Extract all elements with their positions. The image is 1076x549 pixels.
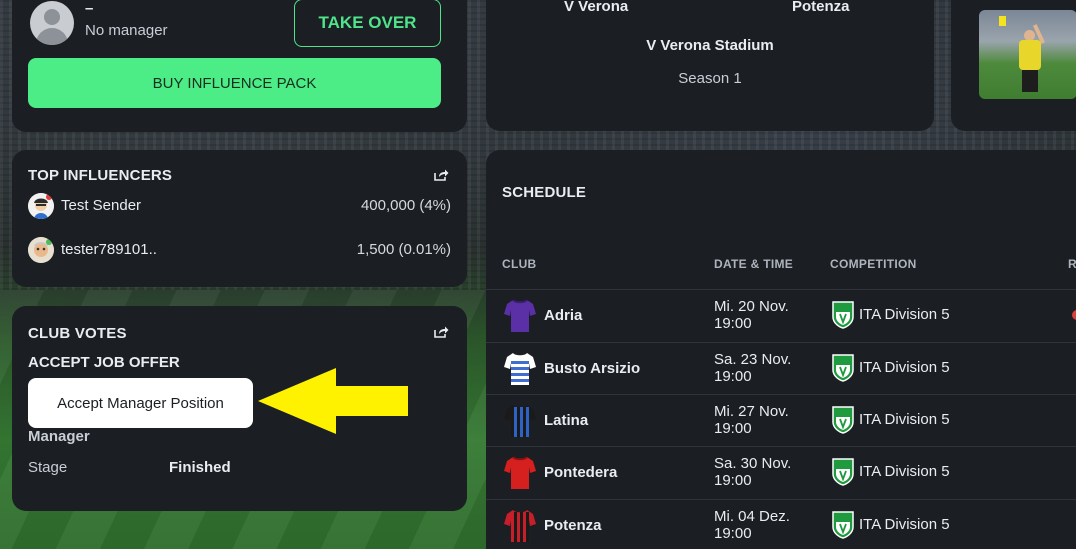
- result-indicator: [1072, 310, 1076, 320]
- manager-name: –: [85, 0, 94, 17]
- match-date: Mi. 20 Nov.: [714, 298, 789, 315]
- club-name: Potenza: [544, 517, 602, 534]
- stadium-name: V Verona Stadium: [646, 37, 774, 54]
- club-name: Busto Arsizio: [544, 360, 641, 377]
- section-title: TOP INFLUENCERS: [28, 167, 173, 184]
- influencer-name: tester789101..: [61, 241, 157, 258]
- match-datetime: Mi. 20 Nov. 19:00: [714, 298, 789, 332]
- buy-influence-pack-button[interactable]: BUY INFLUENCE PACK: [28, 58, 441, 108]
- accept-job-offer-heading: ACCEPT JOB OFFER: [28, 354, 180, 371]
- home-team: V Verona: [564, 0, 629, 15]
- share-icon[interactable]: [433, 168, 449, 182]
- avatar-icon: [30, 1, 74, 45]
- influencer-value: 400,000 (4%): [360, 197, 451, 214]
- table-row[interactable]: Adria Mi. 20 Nov. 19:00 ITA Division 5: [486, 289, 1076, 341]
- club-name: Adria: [544, 307, 583, 324]
- arrow-pointer: [258, 368, 408, 434]
- avatar-icon: [28, 237, 54, 263]
- match-time: 19:00: [714, 472, 752, 489]
- match-datetime: Sa. 23 Nov. 19:00: [714, 351, 791, 385]
- take-over-button[interactable]: TAKE OVER: [294, 0, 441, 47]
- jersey-icon: [504, 510, 536, 542]
- match-date: Sa. 30 Nov.: [714, 455, 792, 472]
- referee-photo: [979, 10, 1076, 99]
- table-row[interactable]: Busto Arsizio Sa. 23 Nov. 19:00 ITA Divi…: [486, 342, 1076, 394]
- competition-name: ITA Division 5: [859, 516, 950, 533]
- competition-name: ITA Division 5: [859, 463, 950, 480]
- influencer-row[interactable]: Test Sender 400,000 (4%): [28, 193, 451, 219]
- manager-status: No manager: [85, 22, 168, 39]
- league-shield-icon: [832, 301, 854, 329]
- section-title: CLUB VOTES: [28, 325, 127, 342]
- match-datetime: Sa. 30 Nov. 19:00: [714, 455, 791, 489]
- schedule-card: SCHEDULE CLUB DATE & TIME COMPETITION R …: [486, 150, 1076, 549]
- match-time: 19:00: [714, 420, 752, 437]
- match-datetime: Mi. 04 Dez. 19:00: [714, 508, 790, 542]
- stage-value: Finished: [169, 459, 231, 476]
- column-header-result[interactable]: R: [1068, 257, 1076, 271]
- match-date: Sa. 23 Nov.: [714, 351, 792, 368]
- competition-name: ITA Division 5: [859, 359, 950, 376]
- share-icon[interactable]: [433, 325, 449, 339]
- match-date: Mi. 04 Dez.: [714, 508, 790, 525]
- influencer-value: 1,500 (0.01%): [356, 241, 451, 258]
- league-shield-icon: [832, 406, 854, 434]
- club-name: Latina: [544, 412, 589, 429]
- manager-card: – No manager TAKE OVER BUY INFLUENCE PAC…: [12, 0, 467, 132]
- club-name: Pontedera: [544, 464, 618, 481]
- schedule-title: SCHEDULE: [502, 184, 587, 201]
- table-row[interactable]: Latina Mi. 27 Nov. 19:00 ITA Division 5: [486, 394, 1076, 446]
- match-time: 19:00: [714, 315, 752, 332]
- match-date: Mi. 27 Nov.: [714, 403, 789, 420]
- competition-name: ITA Division 5: [859, 306, 950, 323]
- jersey-icon: [504, 299, 536, 332]
- league-shield-icon: [832, 354, 854, 382]
- table-row[interactable]: Pontedera Sa. 30 Nov. 19:00 ITA Division…: [486, 446, 1076, 498]
- jersey-icon: [504, 353, 536, 385]
- manager-label: Manager: [28, 428, 90, 445]
- jersey-icon: [504, 405, 536, 437]
- match-card: V Verona Potenza V Verona Stadium Season…: [486, 0, 934, 131]
- away-team: Potenza: [792, 0, 850, 15]
- table-row[interactable]: Potenza Mi. 04 Dez. 19:00 ITA Division 5: [486, 499, 1076, 549]
- top-influencers-card: TOP INFLUENCERS Test Sender 400,000 (4%): [12, 150, 467, 287]
- match-time: 19:00: [714, 368, 752, 385]
- match-time: 19:00: [714, 525, 752, 542]
- season-label: Season 1: [678, 70, 742, 87]
- competition-name: ITA Division 5: [859, 411, 950, 428]
- league-shield-icon: [832, 511, 854, 539]
- avatar-icon: [28, 193, 54, 219]
- league-shield-icon: [832, 458, 854, 486]
- stage-label: Stage: [28, 459, 68, 476]
- accept-manager-position-button[interactable]: Accept Manager Position: [28, 378, 253, 428]
- column-header-competition[interactable]: COMPETITION: [830, 257, 917, 271]
- photo-card: [951, 0, 1076, 131]
- column-header-datetime[interactable]: DATE & TIME: [714, 257, 793, 271]
- influencer-row[interactable]: tester789101.. 1,500 (0.01%): [28, 237, 451, 263]
- jersey-icon: [504, 456, 536, 489]
- match-datetime: Mi. 27 Nov. 19:00: [714, 403, 789, 437]
- influencer-name: Test Sender: [61, 197, 142, 214]
- column-header-club[interactable]: CLUB: [502, 257, 537, 271]
